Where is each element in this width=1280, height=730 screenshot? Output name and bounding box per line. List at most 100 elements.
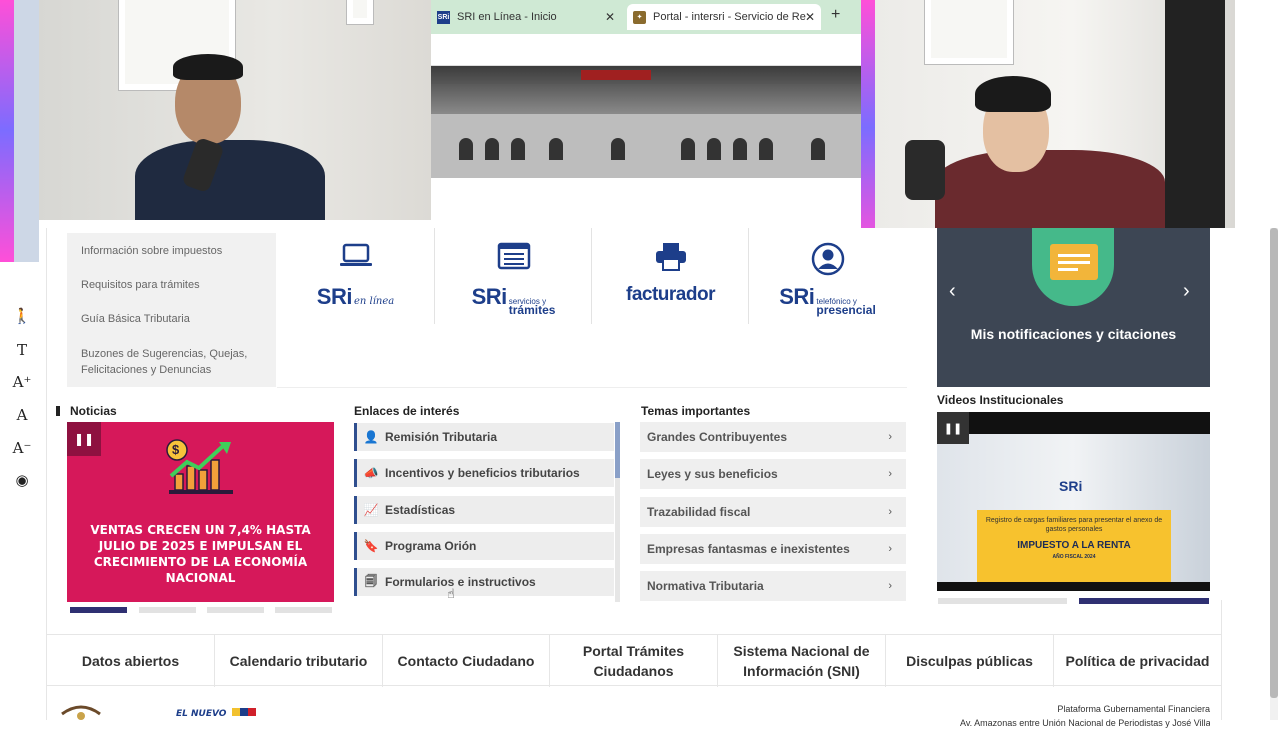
carousel-prev-icon[interactable]: ‹ <box>949 280 956 303</box>
services-menu-item[interactable]: Buzones de Sugerencias, Quejas, Felicita… <box>81 346 271 378</box>
quick-access-panel: SRi en línea SRi servicios y trámites fac… <box>277 228 907 388</box>
person-hair <box>173 54 243 80</box>
topic-normativa-tributaria[interactable]: Normativa Tributaria › <box>640 571 906 601</box>
notifications-carousel[interactable]: ‹ › Mis notificaciones y citaciones <box>937 228 1210 387</box>
video-slide-indicator[interactable] <box>938 598 1067 604</box>
chevron-right-icon: › <box>888 580 892 592</box>
topic-trazabilidad-fiscal[interactable]: Trazabilidad fiscal › <box>640 497 906 527</box>
quick-access-sri-servicios-tramites[interactable]: SRi servicios y trámites <box>435 228 592 328</box>
el-nuevo-ecuador-logo: EL NUEVO <box>176 708 256 720</box>
topic-empresas-fantasmas[interactable]: Empresas fantasmas e inexistentes › <box>640 534 906 564</box>
building-window <box>511 138 525 160</box>
logo-sub-stack: telefónico y presencial <box>816 298 875 317</box>
footer-link-politica-privacidad[interactable]: Política de privacidad <box>1054 635 1221 687</box>
logo-main-text: facturador <box>626 284 715 305</box>
logo-sri-en-linea: SRi en línea <box>317 284 394 312</box>
topic-grandes-contribuyentes[interactable]: Grandes Contribuyentes › <box>640 422 906 452</box>
link-programa-orion[interactable]: 🔖 Programa Orión <box>354 532 614 560</box>
video-slide-indicator-active[interactable] <box>1079 598 1209 604</box>
link-estadisticas[interactable]: 📈 Estadísticas <box>354 496 614 524</box>
link-label: Formularios e instructivos <box>385 575 536 589</box>
notifications-title[interactable]: Mis notificaciones y citaciones <box>937 326 1210 342</box>
pause-icon[interactable]: ❚❚ <box>937 412 969 444</box>
webcam-left <box>39 0 431 220</box>
growth-chart-icon: $ <box>165 436 237 502</box>
chevron-right-icon: › <box>888 468 892 480</box>
institutional-video-player[interactable]: SRi Registro de cargas familiares para p… <box>937 412 1210 591</box>
building-window <box>707 138 721 160</box>
close-icon[interactable]: ✕ <box>805 10 815 24</box>
slide-indicator-active[interactable] <box>70 607 127 613</box>
browser-tab-strip: SRi SRI en Línea - Inicio ✕ ✦ Portal - i… <box>431 0 861 34</box>
platform-name: Plataforma Gubernamental Financiera <box>1057 704 1210 714</box>
page-edge-right <box>1221 600 1222 720</box>
platform-info: Plataforma Gubernamental Financiera Av. … <box>960 702 1210 730</box>
browser-tab-portal-intersri[interactable]: ✦ Portal - intersri - Servicio de Re ✕ <box>627 4 821 30</box>
link-remision-tributaria[interactable]: 👤 Remisión Tributaria <box>354 423 614 451</box>
quick-access-sri-en-linea[interactable]: SRi en línea <box>277 228 434 328</box>
news-headline[interactable]: VENTAS CRECEN UN 7,4% HASTA JULIO DE 202… <box>75 522 326 586</box>
tab-label: Portal - intersri - Servicio de Re <box>653 11 806 23</box>
footer-link-sni[interactable]: Sistema Nacional de Información (SNI) <box>718 635 886 687</box>
microphone <box>905 140 945 200</box>
services-menu-item[interactable]: Información sobre impuestos <box>81 243 271 259</box>
address-bar[interactable] <box>431 34 861 66</box>
font-decrease-icon[interactable]: A⁻ <box>8 436 36 460</box>
footer-link-calendario-tributario[interactable]: Calendario tributario <box>215 635 383 687</box>
logo-main-text: SRi <box>779 284 815 309</box>
person-torso <box>135 140 325 220</box>
browser-tab-sri-en-linea[interactable]: SRi SRI en Línea - Inicio ✕ <box>431 4 621 30</box>
news-banner[interactable]: ❚❚ $ VENTAS CRECEN UN 7,4% HASTA JULIO D… <box>67 422 334 602</box>
services-menu-item[interactable]: Guía Básica Tributaria <box>81 311 271 327</box>
footer-link-contacto-ciudadano[interactable]: Contacto Ciudadano <box>383 635 550 687</box>
topic-leyes-beneficios[interactable]: Leyes y sus beneficios › <box>640 459 906 489</box>
hide-eye-icon[interactable]: ◉ <box>8 468 36 492</box>
quick-access-facturador[interactable]: facturador <box>592 228 749 328</box>
pause-icon[interactable]: ❚❚ <box>67 422 101 456</box>
link-label: Estadísticas <box>385 503 456 517</box>
link-formularios-instructivos[interactable]: 🗐 Formularios e instructivos <box>354 568 614 596</box>
page-scrollbar[interactable] <box>1270 228 1278 720</box>
logo-sub-text: en línea <box>353 296 395 307</box>
footer-link-disculpas-publicas[interactable]: Disculpas públicas <box>886 635 1054 687</box>
coin-dollar-symbol: $ <box>172 442 180 457</box>
carousel-next-icon[interactable]: › <box>1183 280 1190 303</box>
link-incentivos-beneficios[interactable]: 📣 Incentivos y beneficios tributarios <box>354 459 614 487</box>
quick-access-sri-telefonico-presencial[interactable]: SRi telefónico y presencial <box>749 228 906 328</box>
megaphone-icon: 📣 <box>363 466 379 480</box>
topic-label: Grandes Contribuyentes <box>647 430 788 444</box>
slide-indicator[interactable] <box>207 607 264 613</box>
close-icon[interactable]: ✕ <box>605 10 615 24</box>
background-right-strip <box>1235 0 1280 228</box>
text-format-icon[interactable]: T <box>8 338 36 362</box>
forms-icon: 🗐 <box>365 573 377 588</box>
footer-link-datos-abiertos[interactable]: Datos abiertos <box>47 635 215 687</box>
new-tab-plus-icon[interactable]: + <box>831 6 840 24</box>
slide-indicator[interactable] <box>139 607 196 613</box>
building-window <box>681 138 695 160</box>
video-info-card: Registro de cargas familiares para prese… <box>977 510 1171 582</box>
link-label: Remisión Tributaria <box>385 430 498 444</box>
laptop-icon <box>339 242 373 274</box>
link-label: Programa Orión <box>385 539 477 553</box>
services-menu-item[interactable]: Requisitos para trámites <box>81 277 271 293</box>
building-window <box>549 138 563 160</box>
tab-label: SRI en Línea - Inicio <box>457 11 557 23</box>
accessibility-person-icon[interactable]: 🚶 <box>8 304 36 328</box>
links-scrollbar[interactable] <box>615 422 620 602</box>
slide-indicator[interactable] <box>275 607 332 613</box>
link-label: Incentivos y beneficios tributarios <box>385 466 580 480</box>
font-increase-icon[interactable]: A⁺ <box>8 370 36 394</box>
webcam-right <box>875 0 1235 228</box>
scrollbar-thumb[interactable] <box>615 422 620 478</box>
building-window <box>485 138 499 160</box>
video-brand-logo: SRi <box>1059 478 1083 494</box>
government-seal-logo <box>60 704 102 720</box>
footer-link-portal-tramites[interactable]: Portal Trámites Ciudadanos <box>550 635 718 687</box>
font-reset-icon[interactable]: A <box>8 403 36 427</box>
footer-links-bar: Datos abiertos Calendario tributario Con… <box>47 634 1221 687</box>
scrollbar-thumb[interactable] <box>1270 228 1278 698</box>
printer-icon <box>654 242 688 274</box>
person-hair <box>975 76 1051 112</box>
hand-cursor-icon: ☝ <box>447 586 455 601</box>
